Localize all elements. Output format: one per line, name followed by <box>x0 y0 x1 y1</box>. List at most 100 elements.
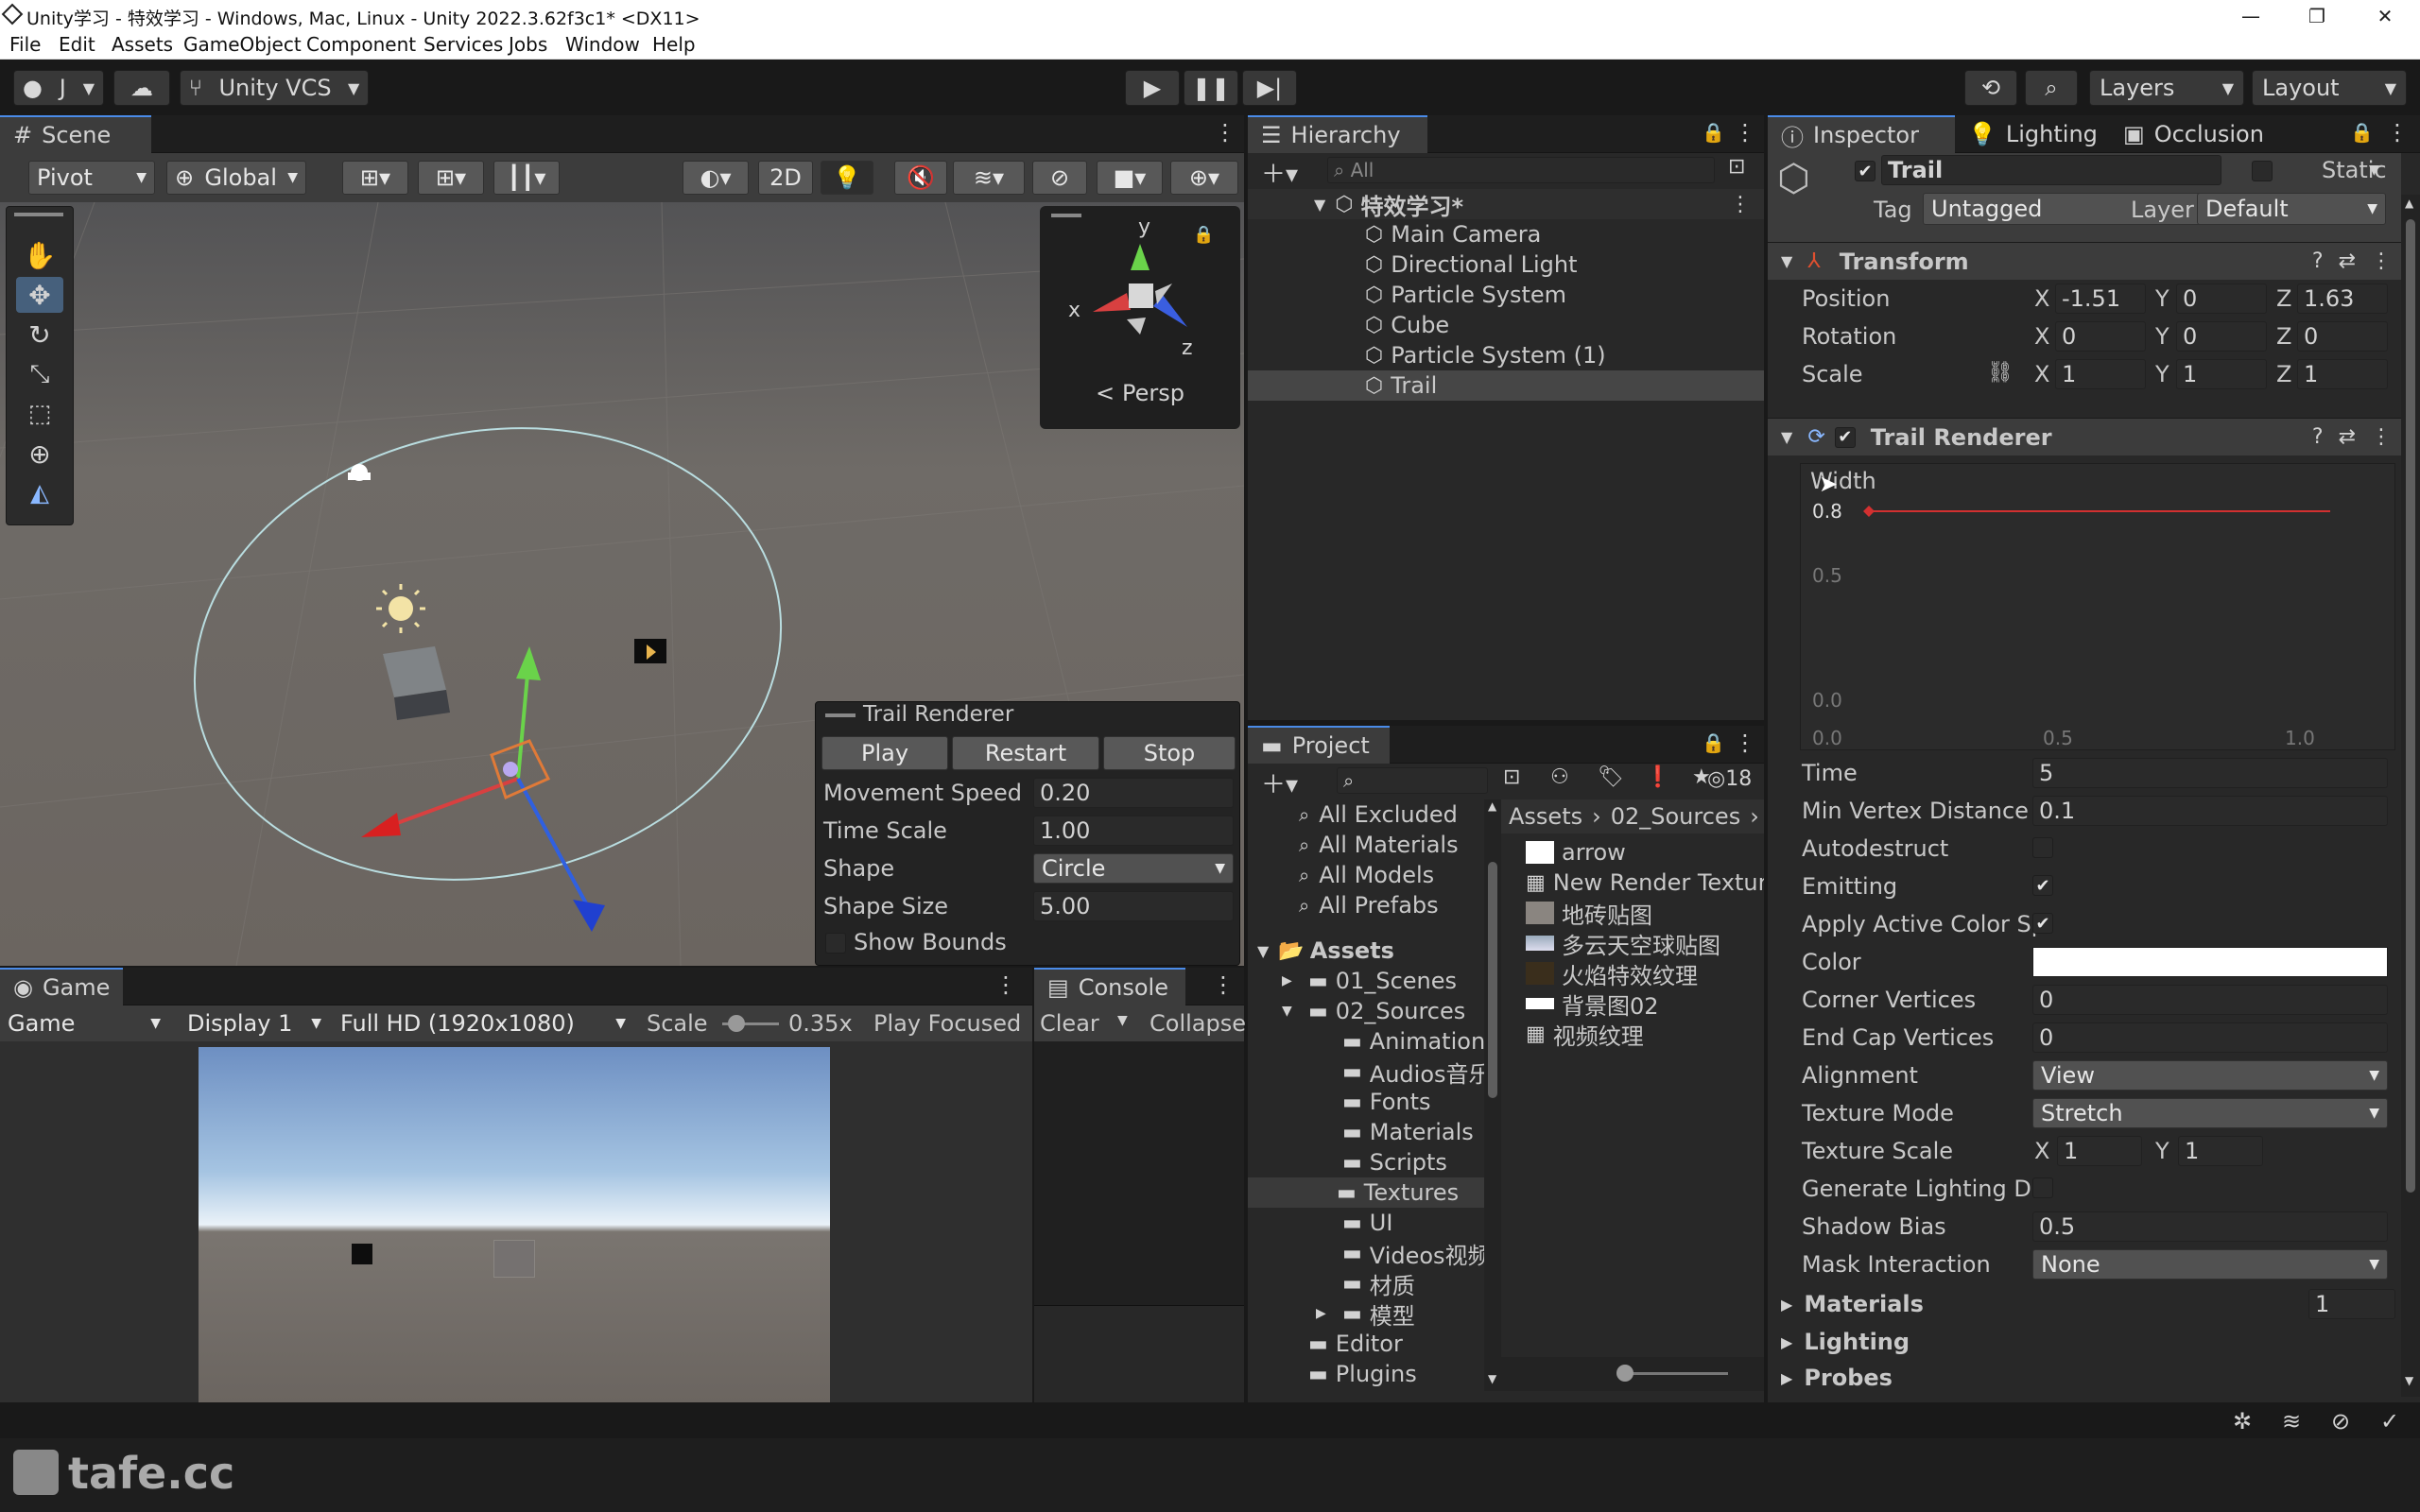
scene-viewport[interactable]: ✋ ✥ ↻ ⤡ ⬚ ⊕ ◭ 🔒 y x z < Persp Trail Rend… <box>0 202 1244 966</box>
more-icon[interactable]: ⋮ <box>2371 425 2392 449</box>
pause-button[interactable]: ❚❚ <box>1184 70 1238 106</box>
warning-icon[interactable]: ❗ <box>1645 765 1670 789</box>
grid-snap-button[interactable]: ⊞▾ <box>342 161 408 195</box>
file-item[interactable]: 火焰特效纹理 <box>1526 958 1698 989</box>
more-icon[interactable]: ⋮ <box>1734 730 1756 756</box>
autodestruct-checkbox[interactable] <box>2032 837 2053 858</box>
move-tool-icon[interactable]: ✥ <box>16 277 63 313</box>
account-dropdown[interactable]: ● J ▼ <box>13 70 104 106</box>
tab-game[interactable]: ◉ Game <box>0 968 123 1005</box>
end-cap-field[interactable]: 0 <box>2032 1022 2388 1053</box>
file-item[interactable]: 地砖贴图 <box>1526 898 1652 929</box>
menu-file[interactable]: File <box>9 33 41 56</box>
tree-scrollbar[interactable]: ▲ ▼ <box>1484 799 1501 1391</box>
file-item[interactable]: 背景图02 <box>1526 988 1659 1020</box>
more-icon[interactable]: ⋮ <box>994 971 1017 998</box>
cube-object[interactable] <box>383 646 450 720</box>
transform-y-field[interactable]: 1 <box>2176 359 2267 389</box>
tab-console[interactable]: ▤ Console <box>1034 968 1185 1005</box>
close-button[interactable]: ✕ <box>2361 0 2409 31</box>
folder-item[interactable]: ▬ Animation <box>1316 1026 1484 1057</box>
pivot-dropdown[interactable]: Pivot ▼ <box>28 161 155 195</box>
layer-dropdown[interactable]: Default ▼ <box>2197 193 2386 225</box>
icon-size-slider[interactable] <box>1624 1372 1728 1375</box>
corner-vertices-field[interactable]: 0 <box>2032 985 2388 1015</box>
layout-dropdown[interactable]: Layout ▼ <box>2252 70 2407 106</box>
folder-item[interactable]: ▶ ▬ 01_Scenes <box>1282 966 1457 996</box>
help-icon[interactable]: ? <box>2312 425 2324 449</box>
transform-z-field[interactable]: 0 <box>2297 321 2388 352</box>
scale-slider-knob[interactable] <box>728 1015 745 1032</box>
rect-tool-icon[interactable]: ⬚ <box>16 396 63 432</box>
vcs-dropdown[interactable]: ⑂ Unity VCS ▼ <box>180 70 369 106</box>
lock-icon[interactable]: 🔒 <box>1702 121 1725 144</box>
light-gizmo-icon[interactable] <box>376 584 425 633</box>
play-button[interactable]: ▶ <box>1125 70 1180 106</box>
project-search-input[interactable]: ⌕ <box>1337 767 1488 794</box>
overlay-restart-button[interactable]: Restart <box>952 736 1099 770</box>
icon-size-knob[interactable] <box>1616 1365 1634 1382</box>
transform-x-field[interactable]: 0 <box>2055 321 2146 352</box>
transform-tool-icon[interactable]: ⊕ <box>16 436 63 472</box>
hierarchy-item-selected[interactable]: ⬡ Trail <box>1248 370 1764 401</box>
cache-server-icon[interactable]: ≋ <box>2282 1408 2301 1435</box>
custom-tool-icon[interactable]: ◭ <box>16 475 63 511</box>
transform-z-field[interactable]: 1.63 <box>2297 284 2388 314</box>
lighting-toggle[interactable]: 💡 <box>821 161 873 195</box>
scale-tool-icon[interactable]: ⤡ <box>16 356 63 392</box>
active-checkbox[interactable]: ✔ <box>1855 161 1876 181</box>
hierarchy-item[interactable]: ⬡ Particle System (1) <box>1248 340 1764 370</box>
lock-icon[interactable]: 🔒 <box>2350 121 2374 144</box>
texture-scale-y-field[interactable]: 1 <box>2178 1136 2263 1166</box>
tab-hierarchy[interactable]: ☰ Hierarchy <box>1248 115 1427 153</box>
network-icon[interactable]: ⊘ <box>2331 1408 2350 1435</box>
breadcrumb-item[interactable]: Assets <box>1509 803 1582 830</box>
apply-color-checkbox[interactable]: ✔ <box>2032 913 2053 934</box>
curve-key-icon[interactable] <box>1863 506 1875 517</box>
menu-edit[interactable]: Edit <box>59 33 95 56</box>
trail-renderer-header[interactable]: ▼ ⟳ ✔ Trail Renderer ? ⇄ ⋮ <box>1768 418 2401 455</box>
transform-x-field[interactable]: -1.51 <box>2055 284 2146 314</box>
display-dropdown[interactable]: Display 1 ▼ <box>180 1007 329 1040</box>
folder-item[interactable]: ▬ Plugins <box>1282 1359 1417 1389</box>
shadow-bias-field[interactable]: 0.5 <box>2032 1211 2388 1242</box>
folder-item[interactable]: ▬ Editor <box>1282 1329 1403 1359</box>
transform-x-field[interactable]: 1 <box>2055 359 2146 389</box>
file-item[interactable]: ▦ 视频纹理 <box>1526 1019 1644 1050</box>
more-icon[interactable]: ⋮ <box>1212 971 1235 998</box>
folder-item[interactable]: ▬ 材质 <box>1316 1268 1415 1299</box>
favorite-item[interactable]: ⌕ All Models <box>1299 860 1434 890</box>
show-bounds-checkbox[interactable] <box>825 933 846 954</box>
hierarchy-item[interactable]: ⬡ Directional Light <box>1248 249 1764 280</box>
folder-item[interactable]: ▬ Audios音乐 <box>1316 1057 1484 1088</box>
gizmos-button[interactable]: ⊕▾ <box>1170 161 1238 195</box>
scene-root-row[interactable]: ▼ ⬡ 特效学习* ⋮ <box>1248 189 1764 220</box>
scene-search-icon[interactable]: ⊡ <box>1728 155 1745 179</box>
debug-icon[interactable]: ✲ <box>2233 1408 2252 1435</box>
inspector-scrollbar[interactable]: ▲ ▼ <box>2401 195 2420 1397</box>
favorite-item[interactable]: ⌕ All Excluded <box>1299 799 1458 830</box>
file-item[interactable]: 多云天空球贴图 <box>1526 928 1720 959</box>
effects-toggle[interactable]: ≋▾ <box>953 161 1025 195</box>
materials-count-field[interactable]: 1 <box>2308 1289 2395 1319</box>
menu-gameobject[interactable]: GameObject <box>183 33 302 56</box>
transform-z-field[interactable]: 1 <box>2297 359 2388 389</box>
menu-assets[interactable]: Assets <box>112 33 173 56</box>
menu-window[interactable]: Window <box>565 33 640 56</box>
hierarchy-search-input[interactable]: ⌕ All <box>1327 157 1715 183</box>
minimize-button[interactable]: — <box>2227 0 2274 31</box>
alignment-dropdown[interactable]: View ▼ <box>2032 1060 2388 1091</box>
shape-dropdown[interactable]: Circle ▼ <box>1033 853 1234 884</box>
tab-scene[interactable]: # Scene <box>0 115 151 153</box>
overlay-stop-button[interactable]: Stop <box>1103 736 1236 770</box>
generate-lighting-checkbox[interactable] <box>2032 1177 2053 1198</box>
global-dropdown[interactable]: ⊕ Global ▼ <box>166 161 306 195</box>
resolution-dropdown[interactable]: Full HD (1920x1080) ▼ <box>333 1007 633 1040</box>
hierarchy-item[interactable]: ⬡ Main Camera <box>1248 219 1764 249</box>
drag-handle[interactable] <box>14 213 63 216</box>
file-item[interactable]: arrow <box>1526 837 1626 868</box>
maximize-button[interactable]: ❐ <box>2293 0 2341 31</box>
drag-handle[interactable] <box>1051 214 1081 217</box>
menu-component[interactable]: Component <box>306 33 416 56</box>
draw-mode-button[interactable]: ◐▾ <box>683 161 749 195</box>
